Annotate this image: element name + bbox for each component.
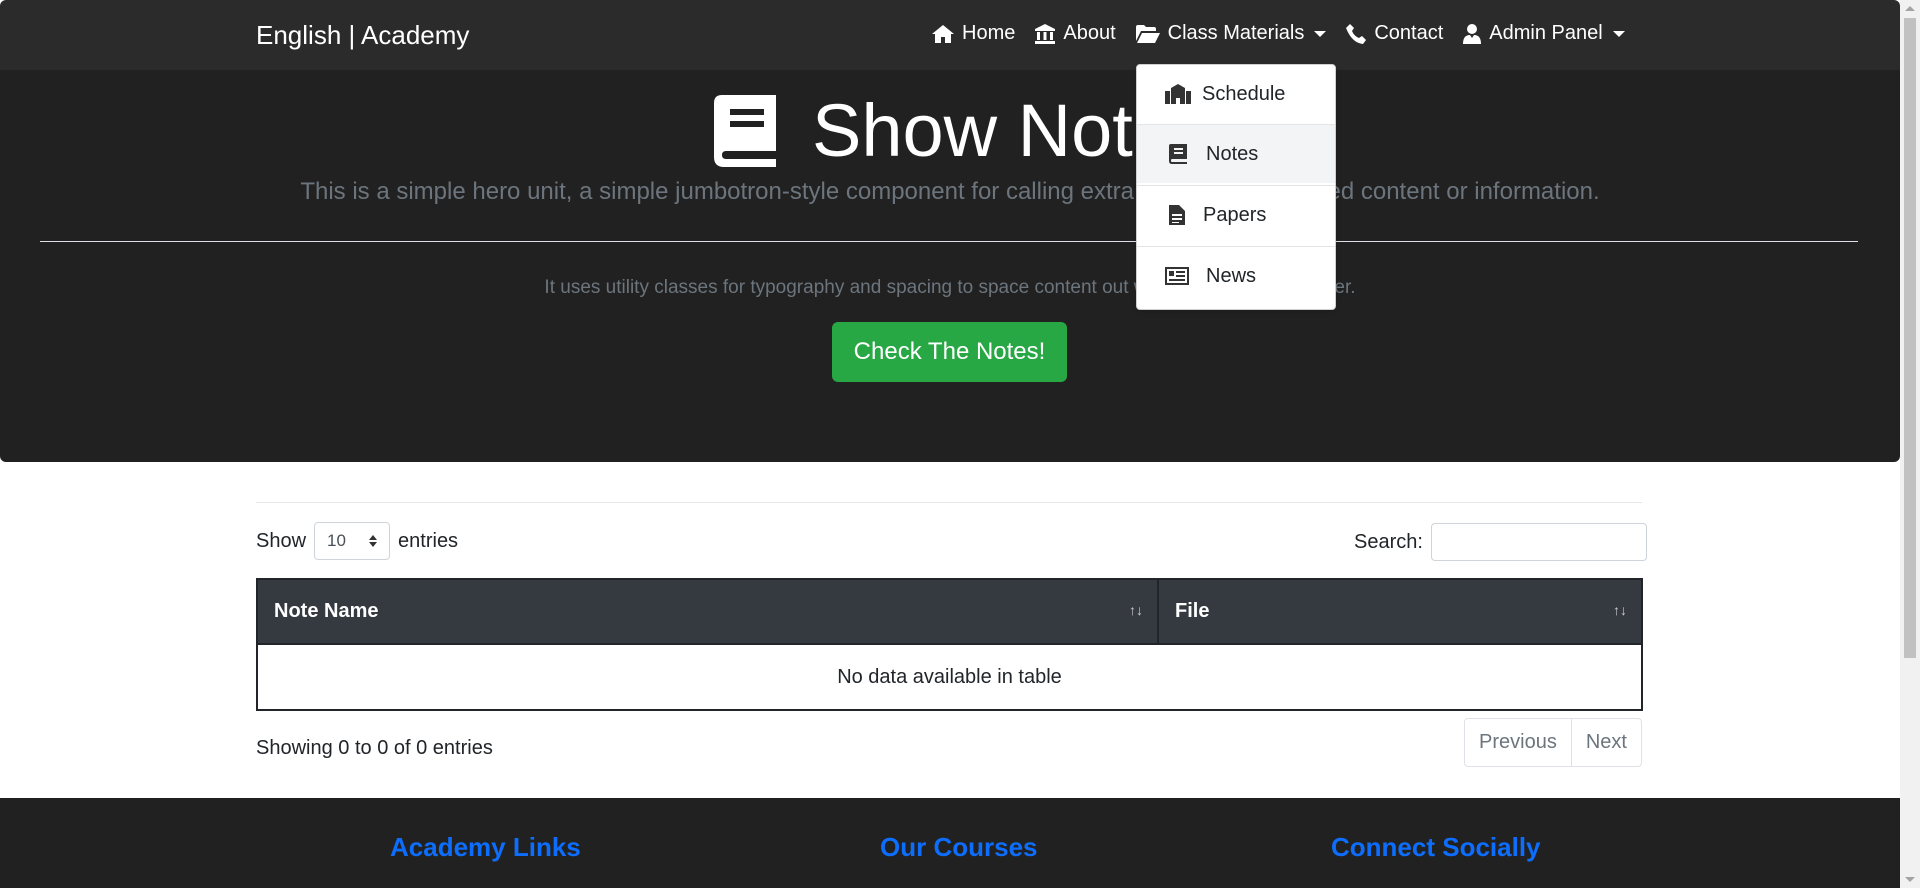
nav-item-label: Class Materials [1167, 22, 1305, 44]
entries-length-select[interactable]: 10 [314, 522, 391, 560]
navbar: English | Academy Home About Class Mater… [0, 0, 1900, 70]
dropdown-item-schedule[interactable]: Schedule [1137, 65, 1335, 123]
empty-table-message: No data available in table [256, 644, 1643, 711]
nav-item-label: Admin Panel [1489, 22, 1603, 44]
entries-label: entries [398, 529, 459, 552]
hero-lead: This is a simple hero unit, a simple jum… [300, 178, 1600, 205]
sort-icon: ↑↓ [1129, 602, 1143, 618]
brand-link[interactable]: English | Academy [256, 20, 469, 51]
folder-open-icon [1135, 24, 1160, 43]
entries-length-control: Show 10 entries [256, 522, 458, 560]
nav-item-label: Home [962, 22, 1016, 44]
school-icon [1165, 84, 1191, 104]
pagination: Previous Next [1464, 718, 1642, 767]
dropdown-item-news[interactable]: News [1137, 247, 1335, 305]
nav-item-home[interactable]: Home [932, 22, 1015, 45]
dropdown-item-label: News [1206, 264, 1257, 287]
search-label: Search: [1354, 530, 1423, 553]
check-notes-button[interactable]: Check The Notes! [832, 322, 1067, 382]
sort-icon: ↑↓ [1613, 602, 1627, 618]
nav-item-class-materials[interactable]: Class Materials [1135, 22, 1327, 45]
footer-heading-academy-links: Academy Links [390, 832, 581, 862]
scroll-down-icon[interactable] [1905, 877, 1915, 882]
nav-menu: Home About Class Materials Contact Admin… [932, 22, 1645, 45]
page-scrollbar[interactable] [1900, 0, 1920, 888]
nav-item-admin-panel[interactable]: Admin Panel [1463, 22, 1625, 45]
divider [40, 241, 1858, 242]
table-row: No data available in table [256, 644, 1643, 711]
scroll-up-icon[interactable] [1905, 6, 1915, 11]
select-arrows-icon [369, 535, 378, 547]
column-header-note-name[interactable]: Note Name ↑↓ [256, 578, 1159, 645]
entries-length-value: 10 [327, 531, 346, 550]
nav-item-label: About [1063, 22, 1116, 44]
university-icon [1035, 23, 1056, 44]
footer: Academy Links Our Courses Connect Social… [0, 798, 1900, 888]
dropdown-item-notes[interactable]: Notes [1137, 125, 1335, 183]
previous-page-button[interactable]: Previous [1465, 719, 1572, 766]
home-icon [932, 24, 954, 43]
divider [256, 502, 1642, 503]
chevron-down-icon [1612, 30, 1625, 37]
dropdown-item-label: Schedule [1202, 82, 1286, 105]
hero-jumbotron: Show Notes This is a simple hero unit, a… [0, 70, 1900, 462]
hero-subtext: It uses utility classes for typography a… [544, 277, 1356, 298]
table-search: Search: [1354, 523, 1647, 561]
column-header-label: File [1175, 600, 1210, 622]
book-icon [714, 94, 776, 167]
footer-heading-connect-socially: Connect Socially [1331, 832, 1541, 862]
newspaper-icon [1165, 267, 1189, 285]
show-label: Show [256, 529, 307, 552]
table-info: Showing 0 to 0 of 0 entries [256, 737, 493, 759]
column-header-label: Note Name [274, 600, 379, 622]
search-input[interactable] [1430, 523, 1647, 561]
dropdown-item-label: Papers [1203, 203, 1267, 226]
class-materials-dropdown: Schedule Notes Papers News [1136, 64, 1336, 310]
next-page-button[interactable]: Next [1572, 719, 1641, 766]
dropdown-item-papers[interactable]: Papers [1137, 186, 1335, 244]
user-tie-icon [1463, 23, 1482, 44]
book-icon [1169, 144, 1187, 164]
column-header-file[interactable]: File ↑↓ [1157, 578, 1643, 645]
footer-heading-our-courses: Our Courses [880, 832, 1038, 862]
scrollbar-thumb[interactable] [1904, 18, 1916, 658]
chevron-down-icon [1314, 30, 1327, 37]
nav-item-contact[interactable]: Contact [1346, 22, 1443, 45]
notes-table: Note Name ↑↓ File ↑↓ No data available i… [256, 578, 1643, 711]
dropdown-item-label: Notes [1206, 142, 1259, 165]
file-alt-icon [1169, 205, 1185, 225]
nav-item-about[interactable]: About [1035, 22, 1116, 45]
nav-item-label: Contact [1374, 22, 1444, 44]
phone-icon [1346, 23, 1367, 44]
page: English | Academy Home About Class Mater… [0, 0, 1900, 888]
